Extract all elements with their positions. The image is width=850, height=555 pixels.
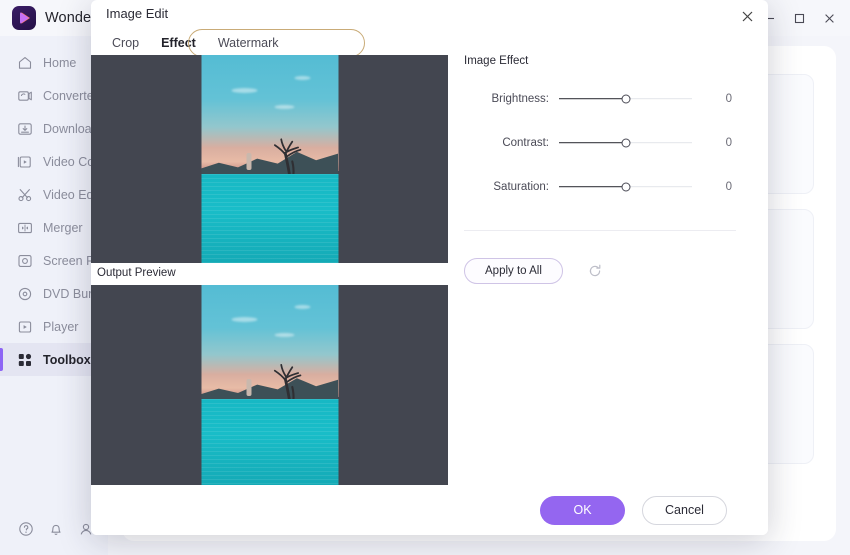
maximize-button[interactable] <box>784 4 814 32</box>
dialog-close-icon[interactable] <box>736 5 758 27</box>
contrast-value: 0 <box>725 136 732 149</box>
source-preview <box>91 55 448 263</box>
dvd-burner-icon <box>17 286 33 302</box>
cancel-button[interactable]: Cancel <box>642 495 727 525</box>
toolbox-icon <box>17 352 33 368</box>
brightness-label: Brightness: <box>491 92 549 105</box>
screen-recorder-icon <box>17 253 33 269</box>
sidebar-item-label: Merger <box>43 220 83 235</box>
contrast-label: Contrast: <box>502 136 549 149</box>
water-region <box>201 399 338 485</box>
person-silhouette <box>246 379 252 396</box>
home-icon <box>17 55 33 71</box>
output-preview-label: Output Preview <box>97 267 176 279</box>
image-effect-title: Image Effect <box>464 55 529 67</box>
app-logo-icon <box>12 6 36 30</box>
brightness-slider[interactable] <box>559 91 692 107</box>
screen: Wonder ‹ <box>0 0 850 555</box>
apply-to-all-button[interactable]: Apply to All <box>464 258 563 284</box>
close-button[interactable] <box>814 4 844 32</box>
image-edit-dialog: Image Edit Crop Effect Watermark Output … <box>91 0 768 535</box>
ok-button[interactable]: OK <box>540 495 625 525</box>
brightness-value: 0 <box>725 92 732 105</box>
preview-image <box>201 55 338 263</box>
brightness-row: Brightness: 0 <box>464 85 756 112</box>
sidebar-item-label: Player <box>43 319 79 334</box>
tab-crop[interactable]: Crop <box>101 31 150 58</box>
slider-thumb[interactable] <box>621 138 630 147</box>
video-editor-icon <box>17 187 33 203</box>
contrast-row: Contrast: 0 <box>464 129 756 156</box>
reset-icon[interactable] <box>587 263 603 279</box>
player-icon <box>17 319 33 335</box>
merger-icon <box>17 220 33 236</box>
video-compressor-icon <box>17 154 33 170</box>
tab-watermark[interactable]: Watermark <box>207 31 290 58</box>
water-region <box>201 173 338 263</box>
effects-divider <box>464 230 736 231</box>
slider-fill <box>559 141 626 144</box>
tab-effect[interactable]: Effect <box>150 31 207 58</box>
contrast-slider[interactable] <box>559 135 692 151</box>
saturation-row: Saturation: 0 <box>464 173 756 200</box>
slider-fill <box>559 97 626 100</box>
saturation-label: Saturation: <box>493 180 549 193</box>
slider-thumb[interactable] <box>621 182 630 191</box>
downloader-icon <box>17 121 33 137</box>
brand-name: Wonder <box>45 10 97 26</box>
dialog-tabs: Crop Effect Watermark <box>101 31 289 58</box>
sidebar-item-label: Converter <box>43 88 98 103</box>
notification-icon[interactable] <box>48 521 64 537</box>
image-effect-panel: Image Effect Brightness: 0 Contrast: 0 S… <box>464 55 756 495</box>
slider-fill <box>559 185 626 188</box>
person-silhouette <box>246 152 252 170</box>
app-brand: Wonder <box>12 6 96 30</box>
effects-actions: Apply to All <box>464 258 756 284</box>
preview-image <box>201 285 338 485</box>
help-icon[interactable] <box>18 521 34 537</box>
dialog-title: Image Edit <box>106 6 169 21</box>
converter-icon <box>17 88 33 104</box>
saturation-value: 0 <box>725 180 732 193</box>
sidebar-item-label: Home <box>43 55 77 70</box>
output-preview <box>91 285 448 485</box>
sidebar-item-label: Toolbox <box>43 352 91 367</box>
slider-thumb[interactable] <box>621 94 630 103</box>
dialog-footer: OK Cancel <box>91 485 768 535</box>
saturation-slider[interactable] <box>559 179 692 195</box>
